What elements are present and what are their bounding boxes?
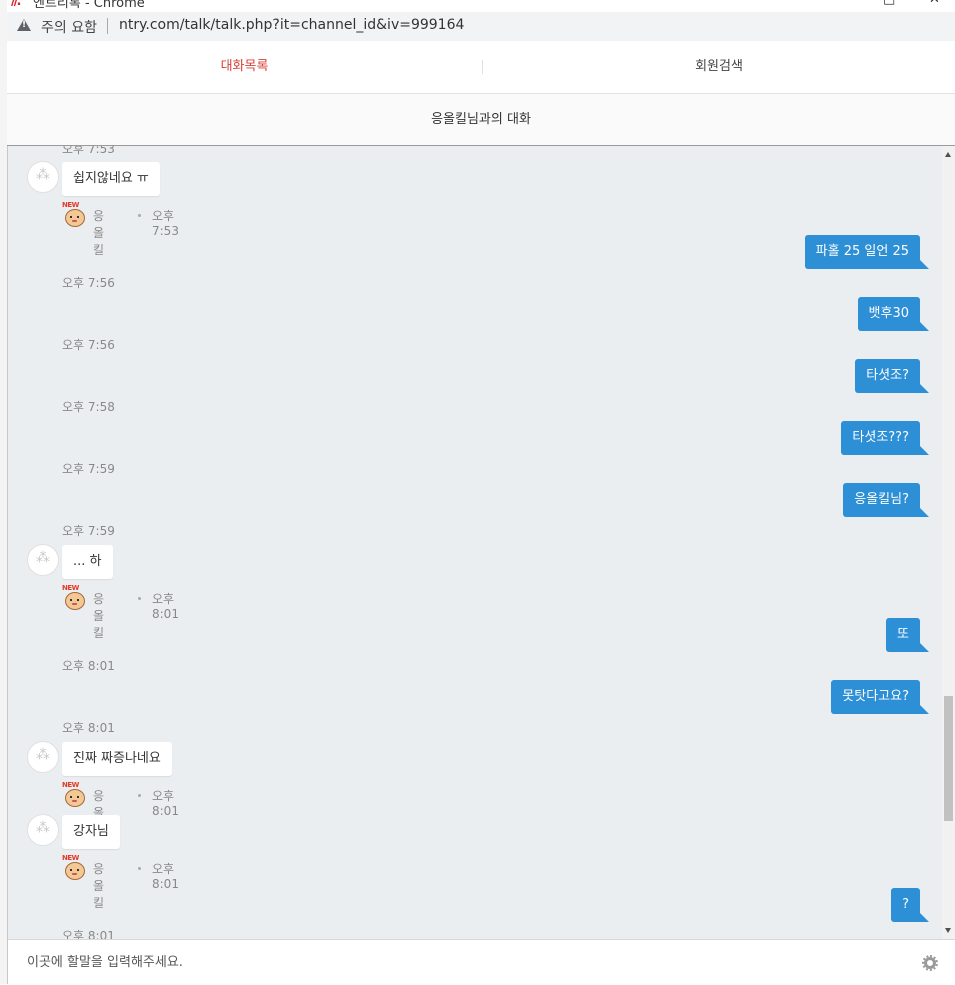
maximize-button[interactable]: □	[883, 0, 895, 7]
scroll-down-icon[interactable]	[945, 928, 951, 933]
message-time: 오후 8:01	[152, 789, 179, 818]
close-button[interactable]: ✕	[929, 0, 940, 7]
face-icon	[65, 592, 85, 610]
message-time: 오후 8:01	[62, 929, 115, 939]
gear-icon[interactable]	[922, 955, 938, 971]
new-badge-icon: NEW	[62, 201, 79, 209]
warning-triangle-icon[interactable]	[17, 19, 31, 31]
message-time: 오후 7:58	[62, 400, 115, 414]
outgoing-message: 파홀 25 일언 25	[804, 235, 930, 269]
sender-nickname[interactable]: 응올킬	[93, 207, 104, 258]
incoming-message: 진짜 짜증나네요	[62, 742, 172, 776]
message-time: 오후 8:01	[152, 862, 179, 891]
message-time: 오후 7:59	[62, 462, 115, 476]
default-avatar-icon[interactable]	[27, 161, 59, 193]
default-avatar-icon[interactable]	[27, 741, 59, 773]
scroll-up-icon[interactable]	[945, 152, 951, 157]
message-time: 오후 7:59	[62, 524, 115, 538]
outgoing-message: 뱃후30	[857, 297, 930, 331]
separator-dot	[138, 214, 141, 217]
address-separator	[107, 18, 108, 34]
incoming-message: 강자님	[62, 815, 120, 849]
message-input[interactable]	[27, 952, 887, 972]
new-badge-icon: NEW	[62, 584, 79, 592]
outgoing-message: 응올킬님?	[843, 483, 929, 517]
message-time: 오후 7:56	[62, 338, 115, 352]
message-time: 오후 7:53	[152, 209, 179, 238]
outgoing-message: ?	[891, 888, 929, 922]
tab-conversation-list[interactable]: 대화목록	[7, 41, 482, 93]
window-title: 엔트리톡 - Chrome	[33, 0, 145, 11]
scroll-thumb[interactable]	[944, 696, 953, 821]
address-bar[interactable]: 주의 요함 ntry.com/talk/talk.php?it=channel_…	[7, 12, 955, 42]
incoming-message: ... 하	[62, 545, 113, 579]
sender-nickname[interactable]: 응올킬	[93, 590, 104, 641]
message-time: 오후 7:53	[62, 146, 115, 156]
outgoing-message: 또	[886, 618, 929, 652]
new-user-avatar-icon[interactable]: NEW	[62, 584, 86, 610]
conversation-title: 응올킬님과의 대화	[7, 94, 955, 146]
url-text[interactable]: ntry.com/talk/talk.php?it=channel_id&iv=…	[119, 17, 464, 33]
outgoing-message: 타셧조???	[841, 421, 929, 455]
face-icon	[65, 209, 85, 227]
tab-bar: 대화목록 회원검색	[7, 41, 955, 94]
new-user-avatar-icon[interactable]: NEW	[62, 781, 86, 807]
new-badge-icon: NEW	[62, 854, 79, 862]
message-list[interactable]: 오후 7:53 쉽지않네요 ㅠ NEW 응올킬 오후 7:53 파홀 25 일언…	[7, 146, 942, 939]
face-icon	[65, 789, 85, 807]
new-user-avatar-icon[interactable]: NEW	[62, 854, 86, 880]
message-time: 오후 8:01	[152, 592, 179, 621]
message-time: 오후 8:01	[62, 721, 115, 735]
separator-dot	[138, 867, 141, 870]
default-avatar-icon[interactable]	[27, 544, 59, 576]
security-warning[interactable]: 주의 요함	[41, 17, 97, 37]
browser-titlebar: //. 엔트리톡 - Chrome □ ✕	[7, 0, 955, 12]
message-time: 오후 7:56	[62, 276, 115, 290]
message-input-bar	[7, 939, 955, 985]
face-icon	[65, 862, 85, 880]
tab-member-search[interactable]: 회원검색	[483, 41, 955, 93]
message-time: 오후 8:01	[62, 659, 115, 673]
default-avatar-icon[interactable]	[27, 814, 59, 846]
new-user-avatar-icon[interactable]: NEW	[62, 201, 86, 227]
incoming-message: 쉽지않네요 ㅠ	[62, 162, 160, 196]
outgoing-message: 못탓다고요?	[831, 680, 929, 714]
separator-dot	[138, 597, 141, 600]
outgoing-message: 타셧조?	[855, 359, 929, 393]
message-scrollbar[interactable]	[942, 146, 955, 939]
new-badge-icon: NEW	[62, 781, 79, 789]
app-logo-icon: //.	[11, 0, 22, 9]
separator-dot	[138, 794, 141, 797]
sender-nickname[interactable]: 응올킬	[93, 860, 104, 911]
background-window-edge	[0, 0, 8, 984]
